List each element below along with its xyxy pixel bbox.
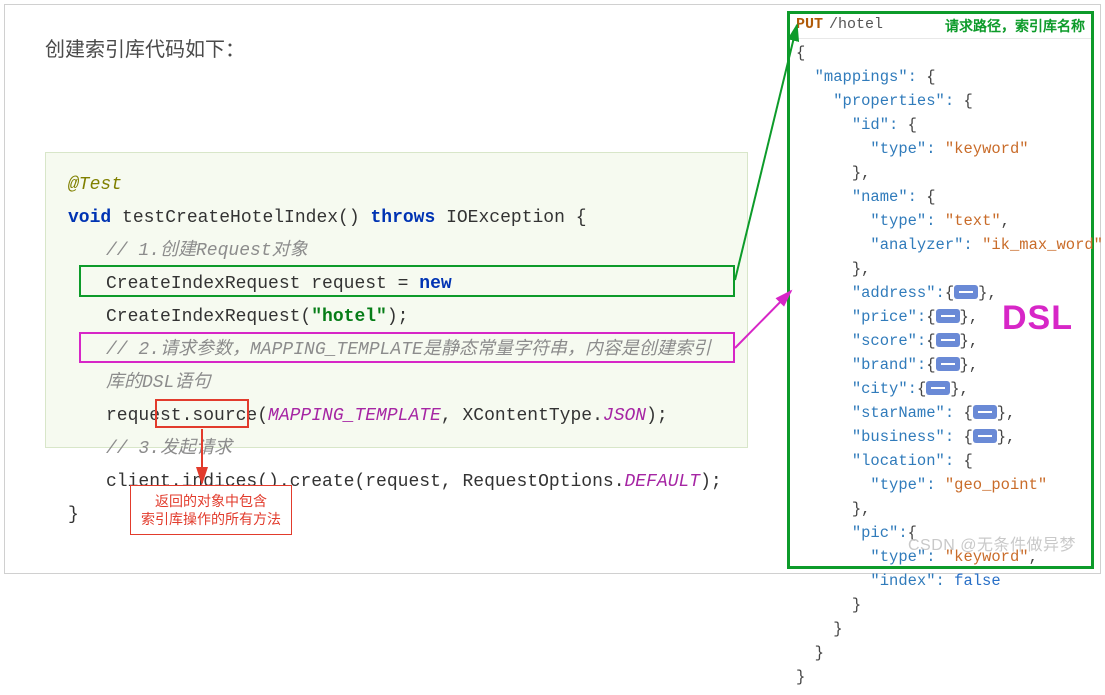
json-line: { (796, 41, 1085, 65)
json-line: "type": "keyword" (796, 137, 1085, 161)
json-line: "type": "text", (796, 209, 1085, 233)
collapse-badge[interactable] (936, 357, 960, 371)
callout-indices: 返回的对象中包含 索引库操作的所有方法 (130, 485, 292, 535)
http-method: PUT (796, 16, 823, 36)
watermark: CSDN @无条件做异梦 (908, 531, 1076, 555)
highlight-line1 (79, 265, 735, 297)
field-json: JSON (603, 406, 646, 426)
java-code-block: @Test void testCreateHotelIndex() throws… (45, 152, 748, 448)
callout-line2: 索引库操作的所有方法 (141, 510, 281, 528)
highlight-indices (155, 399, 249, 428)
page-title: 创建索引库代码如下： (45, 33, 245, 62)
kw-throws: throws (370, 208, 435, 228)
json-line: "mappings": { (796, 65, 1085, 89)
json-line: } (796, 617, 1085, 641)
json-line: } (796, 593, 1085, 617)
json-line: "properties": { (796, 89, 1085, 113)
dsl-label: DSL (1002, 299, 1073, 338)
json-line: }, (796, 161, 1085, 185)
json-line: "type": "geo_point" (796, 473, 1085, 497)
highlight-line2 (79, 332, 735, 363)
collapse-badge[interactable] (973, 405, 997, 419)
field-default: DEFAULT (625, 472, 701, 492)
http-path: /hotel (829, 16, 883, 36)
json-line: "index": false (796, 569, 1085, 593)
method-name: testCreateHotelIndex() (111, 208, 370, 228)
field-mapping-template: MAPPING_TEMPLATE (268, 406, 441, 426)
json-body: { "mappings": { "properties": { "id": { … (790, 39, 1091, 695)
annotation: @Test (68, 175, 122, 195)
json-line: "brand":{}, (796, 353, 1085, 377)
dsl-header: PUT /hotel 请求路径，索引库名称 (790, 14, 1091, 39)
comment-3: // 3.发起请求 (68, 433, 232, 466)
dsl-panel: PUT /hotel 请求路径，索引库名称 { "mappings": { "p… (787, 11, 1094, 569)
collapse-badge[interactable] (926, 381, 950, 395)
sig-rest: IOException { (435, 208, 586, 228)
callout-line1: 返回的对象中包含 (141, 492, 281, 510)
json-line: "business": {}, (796, 425, 1085, 449)
json-line: }, (796, 497, 1085, 521)
brace-close: } (68, 505, 79, 525)
code-line1b: CreateIndexRequest( (106, 307, 311, 327)
json-line: "starName": {}, (796, 401, 1085, 425)
comment-1: // 1.创建Request对象 (68, 235, 308, 268)
json-line: "id": { (796, 113, 1085, 137)
code-line3b: .create(request, RequestOptions. (279, 472, 625, 492)
dsl-caption: 请求路径，索引库名称 (945, 16, 1085, 36)
json-line: "city":{}, (796, 377, 1085, 401)
json-line: "analyzer": "ik_max_word" (796, 233, 1085, 257)
json-line: "name": { (796, 185, 1085, 209)
json-line: "location": { (796, 449, 1085, 473)
json-line: }, (796, 257, 1085, 281)
code-line3c: ); (700, 472, 722, 492)
json-line: } (796, 641, 1085, 665)
collapse-badge[interactable] (936, 309, 960, 323)
collapse-badge[interactable] (973, 429, 997, 443)
collapse-badge[interactable] (936, 333, 960, 347)
string-hotel: "hotel" (311, 307, 387, 327)
collapse-badge[interactable] (954, 285, 978, 299)
code-line1c: ); (387, 307, 409, 327)
code-line2mid: , XContentType. (441, 406, 603, 426)
code-line2c: ); (646, 406, 668, 426)
kw-void: void (68, 208, 111, 228)
json-line: } (796, 665, 1085, 689)
